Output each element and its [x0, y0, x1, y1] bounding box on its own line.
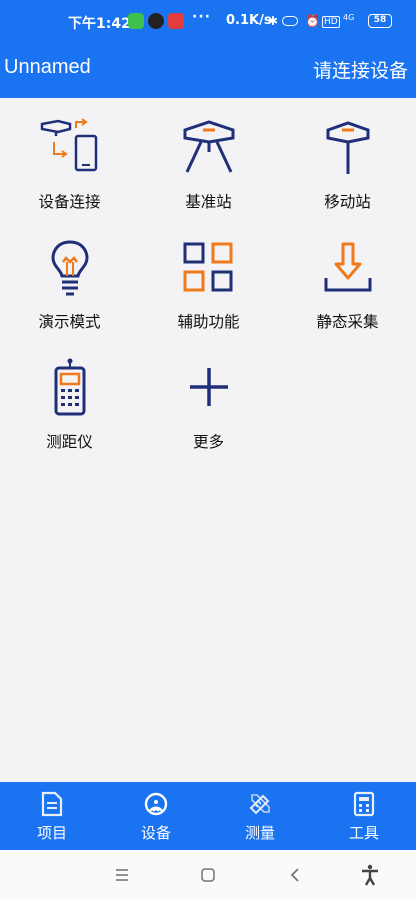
- toggle-icon: [282, 16, 298, 26]
- grid-item-label: 演示模式: [38, 313, 101, 331]
- grid-squares-icon: [183, 242, 233, 292]
- qq-icon: [148, 13, 164, 29]
- app-bar: Unnamed 请连接设备: [0, 44, 416, 98]
- device-connect-icon: [40, 118, 98, 172]
- news-app-icon: [168, 13, 184, 29]
- system-nav-bar: [0, 850, 416, 900]
- grid-item-label: 静态采集: [316, 313, 379, 331]
- grid-item-base-station[interactable]: 基准站: [139, 98, 278, 218]
- grid-item-rover-station[interactable]: 移动站: [278, 98, 416, 218]
- grid-item-demo-mode[interactable]: 演示模式: [0, 218, 139, 338]
- more-notifications-icon: ···: [192, 9, 211, 25]
- grid-item-label: 设备连接: [38, 193, 101, 211]
- home-icon[interactable]: [196, 863, 220, 887]
- bluetooth-icon: ✱: [268, 14, 279, 28]
- accessibility-icon[interactable]: [358, 863, 382, 887]
- hd-icon: HD: [322, 16, 340, 28]
- menu-icon[interactable]: [110, 863, 134, 887]
- tab-device[interactable]: 设备: [104, 782, 208, 850]
- tab-project[interactable]: 项目: [0, 782, 104, 850]
- tab-measure[interactable]: 测量: [208, 782, 312, 850]
- rover-station-icon: [326, 121, 370, 174]
- grid-item-static-collect[interactable]: 静态采集: [278, 218, 416, 338]
- tab-label: 项目: [36, 824, 67, 842]
- wechat-icon: [128, 13, 144, 29]
- grid-item-label: 移动站: [324, 193, 371, 211]
- grid-item-label: 基准站: [185, 193, 232, 211]
- grid-item-auxiliary[interactable]: 辅助功能: [139, 218, 278, 338]
- grid-item-label: 测距仪: [46, 433, 93, 451]
- grid-item-label: 辅助功能: [177, 313, 240, 331]
- grid-item-more[interactable]: 更多: [139, 338, 278, 458]
- grid-item-label: 更多: [192, 433, 224, 451]
- antenna-icon: [144, 792, 168, 816]
- alarm-icon: ⏰: [305, 14, 320, 28]
- signal-icon: 4G: [343, 13, 355, 22]
- ruler-pencil-icon: [249, 794, 270, 815]
- plus-icon: [190, 368, 228, 406]
- lightbulb-icon: [51, 240, 89, 296]
- base-station-icon: [183, 120, 235, 173]
- status-bar: 下午1:42 ··· 0.1K/s ✱ ⏰ HD 4G 58: [0, 0, 416, 44]
- project-title: Unnamed: [4, 56, 91, 78]
- tab-label: 测量: [244, 824, 275, 842]
- download-icon: [324, 242, 372, 292]
- rangefinder-icon: [54, 358, 86, 416]
- grid-item-device-connect[interactable]: 设备连接: [0, 98, 139, 218]
- tab-label: 设备: [140, 824, 171, 842]
- bottom-tab-bar: 项目 设备 测量 工具: [0, 782, 416, 850]
- connect-device-button[interactable]: 请连接设备: [313, 56, 408, 83]
- document-icon: [41, 791, 63, 817]
- back-icon[interactable]: [284, 863, 308, 887]
- grid-item-rangefinder[interactable]: 测距仪: [0, 338, 139, 458]
- tab-tools[interactable]: 工具: [312, 782, 416, 850]
- network-speed: 0.1K/s: [226, 13, 272, 28]
- battery-icon: 58: [368, 14, 392, 28]
- tab-label: 工具: [348, 824, 379, 842]
- calculator-icon: [353, 791, 375, 817]
- status-time: 下午1:42: [68, 16, 131, 32]
